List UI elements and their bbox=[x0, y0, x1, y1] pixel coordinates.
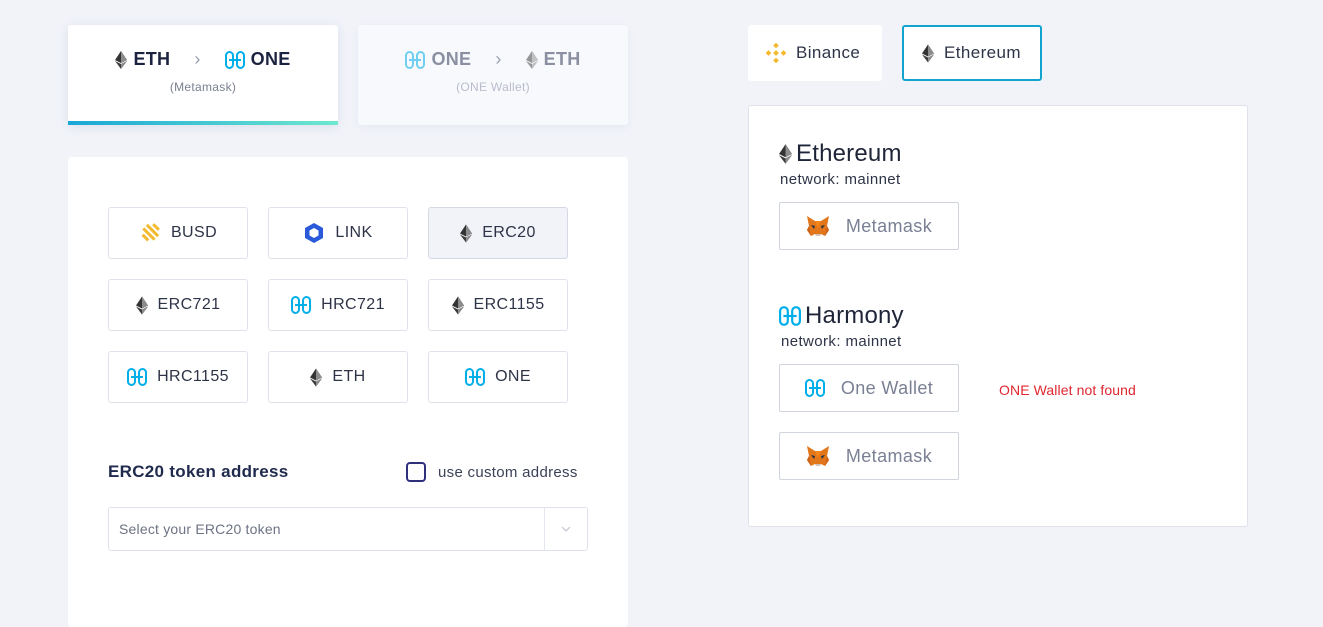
direction-eth-to-one-tab[interactable]: ETH › ONE (Metamask) bbox=[68, 25, 338, 125]
token-form-panel: BUSD LINK ERC20 ERC721 HRC721 ERC1155 HR… bbox=[68, 157, 628, 627]
token-label: ERC721 bbox=[157, 296, 221, 313]
select-placeholder: Select your ERC20 token bbox=[119, 521, 281, 537]
token-busd-button[interactable]: BUSD bbox=[108, 207, 248, 259]
harmony-metamask-button[interactable]: Metamask bbox=[779, 432, 959, 480]
token-label: HRC1155 bbox=[157, 368, 229, 385]
ethereum-icon bbox=[115, 50, 128, 69]
ethereum-icon bbox=[922, 44, 934, 62]
ethereum-icon bbox=[779, 144, 792, 164]
metamask-fox-icon bbox=[806, 446, 829, 466]
chevron-down-icon[interactable] bbox=[545, 526, 587, 532]
token-erc20-button[interactable]: ERC20 bbox=[428, 207, 568, 259]
network-name: Ethereum bbox=[796, 140, 902, 167]
chevron-right-icon: › bbox=[194, 49, 201, 69]
network-name: Harmony bbox=[805, 302, 904, 329]
ethereum-icon bbox=[451, 296, 464, 314]
metamask-fox-icon bbox=[806, 216, 829, 236]
network-tab-label: Binance bbox=[796, 43, 861, 62]
direction-to-label: ETH bbox=[543, 49, 581, 69]
wallet-label: Metamask bbox=[845, 215, 933, 236]
harmony-network-label: network: mainnet bbox=[781, 333, 902, 350]
active-tab-indicator bbox=[68, 121, 338, 125]
token-label: LINK bbox=[335, 224, 373, 241]
token-label: ERC20 bbox=[482, 224, 536, 241]
harmony-one-wallet-button[interactable]: One Wallet bbox=[779, 364, 959, 412]
erc20-token-select[interactable]: Select your ERC20 token bbox=[108, 507, 588, 551]
ethereum-network-label: network: mainnet bbox=[780, 171, 901, 188]
harmony-icon bbox=[405, 50, 426, 69]
ethereum-network-heading: Ethereum bbox=[779, 140, 902, 168]
custom-address-label: use custom address bbox=[438, 463, 578, 481]
harmony-icon bbox=[127, 368, 148, 386]
token-one-button[interactable]: ONE bbox=[428, 351, 568, 403]
network-tab-binance[interactable]: Binance bbox=[748, 25, 882, 81]
wallet-label: One Wallet bbox=[840, 377, 934, 398]
direction-from-label: ETH bbox=[133, 49, 171, 69]
ethereum-metamask-button[interactable]: Metamask bbox=[779, 202, 959, 250]
direction-wallet-label: (Metamask) bbox=[169, 80, 237, 94]
direction-one-to-eth-tab[interactable]: ONE › ETH (ONE Wallet) bbox=[358, 25, 628, 125]
network-tab-label: Ethereum bbox=[944, 43, 1021, 62]
harmony-icon bbox=[224, 50, 245, 69]
harmony-network-heading: Harmony bbox=[779, 302, 904, 330]
token-label: HRC721 bbox=[321, 296, 385, 313]
token-label: ERC1155 bbox=[473, 296, 545, 313]
token-hrc721-button[interactable]: HRC721 bbox=[268, 279, 408, 331]
wallet-connect-panel: Ethereum network: mainnet Metamask Harmo… bbox=[748, 105, 1248, 527]
wallet-label: Metamask bbox=[845, 445, 933, 466]
direction-from-label: ONE bbox=[431, 49, 472, 69]
one-wallet-error-message: ONE Wallet not found bbox=[999, 382, 1136, 398]
custom-address-checkbox[interactable] bbox=[406, 462, 426, 482]
token-label: BUSD bbox=[170, 224, 218, 241]
ethereum-icon bbox=[310, 368, 323, 386]
network-tab-ethereum[interactable]: Ethereum bbox=[902, 25, 1042, 81]
token-address-title: ERC20 token address bbox=[108, 462, 289, 481]
token-label: ETH bbox=[332, 368, 366, 385]
harmony-icon bbox=[291, 296, 312, 314]
binance-icon bbox=[766, 43, 786, 63]
ethereum-icon bbox=[135, 296, 148, 314]
direction-wallet-label: (ONE Wallet) bbox=[456, 80, 530, 94]
busd-icon bbox=[141, 223, 160, 242]
chevron-right-icon: › bbox=[495, 49, 502, 69]
custom-address-toggle[interactable]: use custom address bbox=[406, 462, 578, 482]
ethereum-icon bbox=[460, 224, 473, 242]
harmony-icon bbox=[804, 379, 825, 397]
token-link-button[interactable]: LINK bbox=[268, 207, 408, 259]
token-eth-button[interactable]: ETH bbox=[268, 351, 408, 403]
token-erc1155-button[interactable]: ERC1155 bbox=[428, 279, 568, 331]
token-hrc1155-button[interactable]: HRC1155 bbox=[108, 351, 248, 403]
direction-to-label: ONE bbox=[250, 49, 291, 69]
chainlink-icon bbox=[305, 223, 324, 243]
harmony-icon bbox=[465, 368, 486, 386]
token-type-grid: BUSD LINK ERC20 ERC721 HRC721 ERC1155 HR… bbox=[108, 207, 568, 403]
ethereum-icon bbox=[525, 50, 538, 69]
token-erc721-button[interactable]: ERC721 bbox=[108, 279, 248, 331]
token-label: ONE bbox=[495, 368, 531, 385]
harmony-icon bbox=[779, 306, 801, 326]
